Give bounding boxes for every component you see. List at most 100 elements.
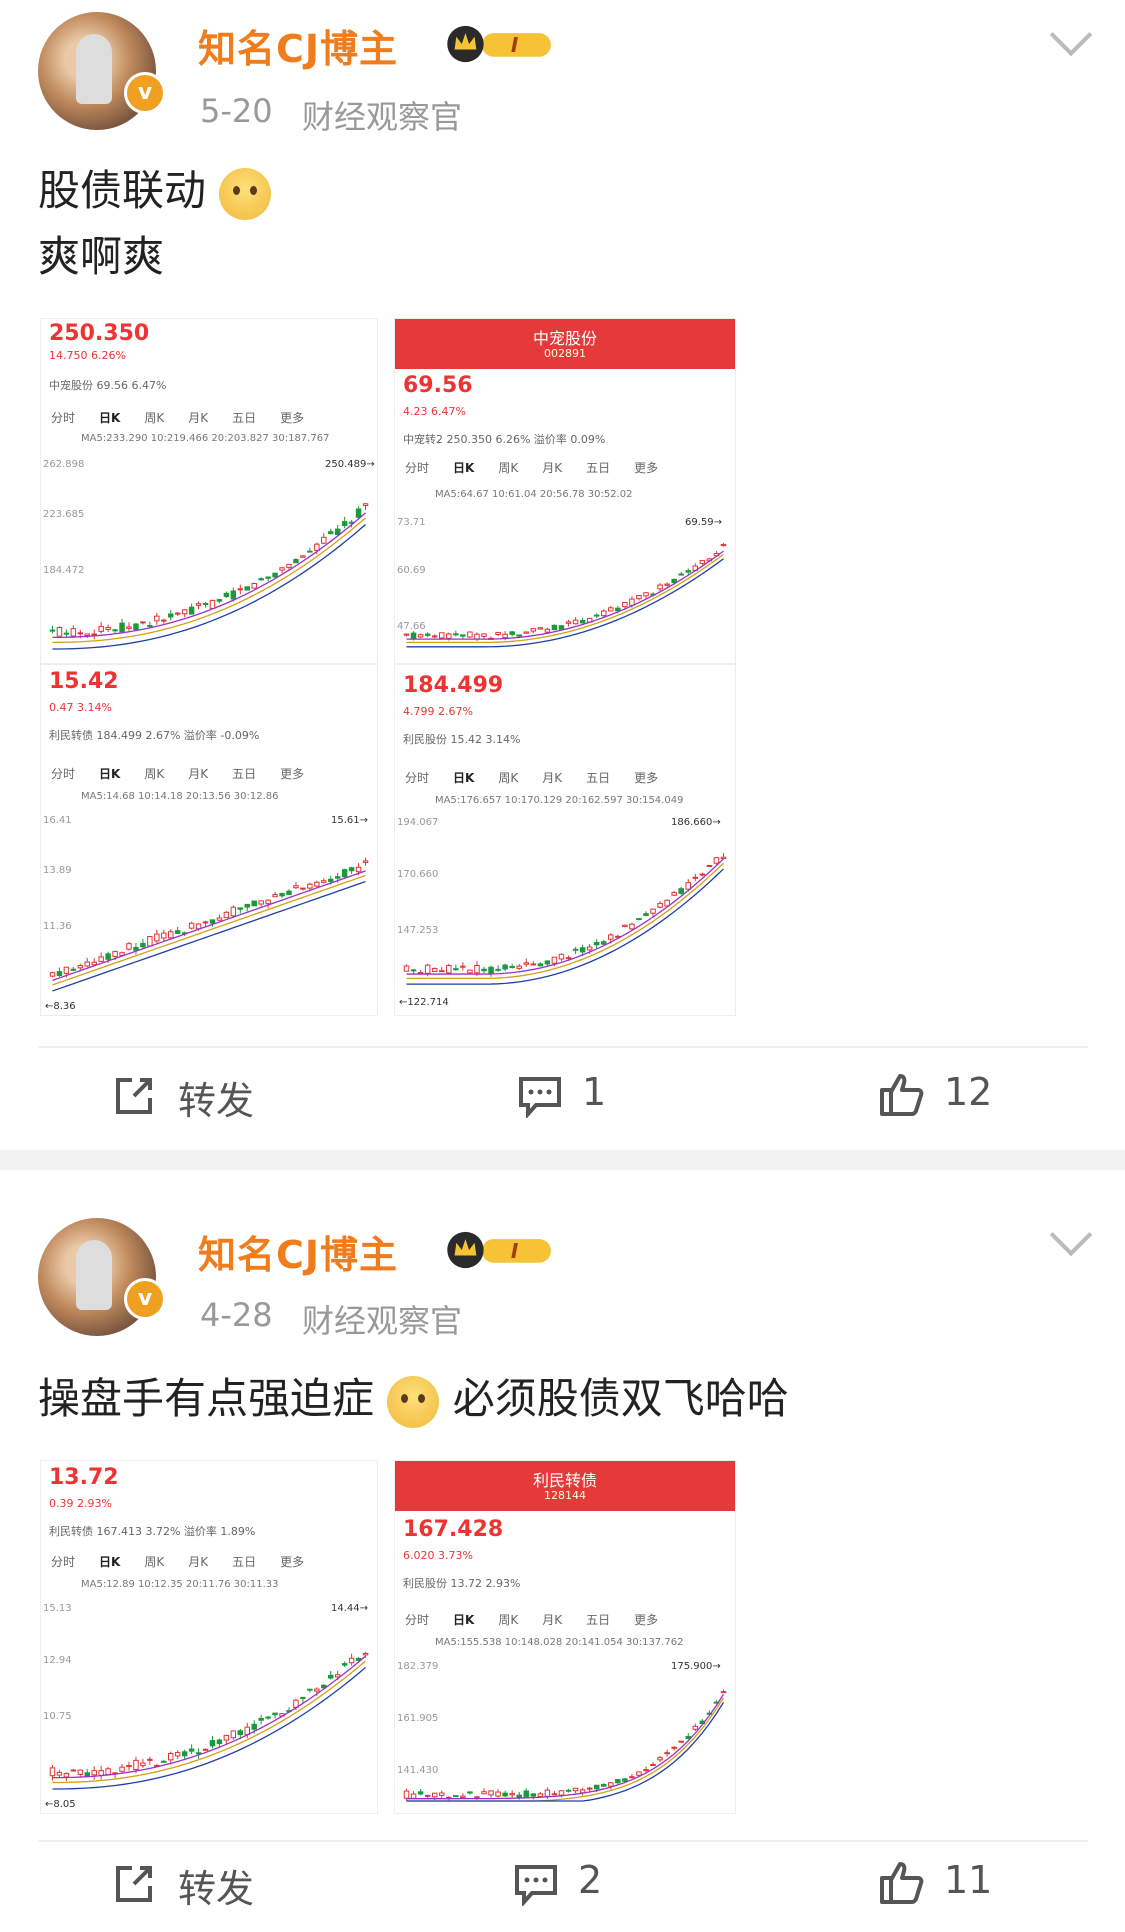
- candle: [629, 598, 635, 606]
- candle: [502, 1792, 508, 1797]
- candle: [495, 968, 501, 971]
- repost-icon[interactable]: [112, 1074, 156, 1118]
- linked-stock[interactable]: 中宠股份 69.56 6.47%: [49, 377, 166, 393]
- candle: [230, 590, 237, 600]
- candle: [188, 606, 195, 615]
- candle: [657, 902, 663, 908]
- candle: [328, 531, 334, 535]
- candle: [293, 559, 299, 564]
- candle: [265, 576, 271, 579]
- stock-price: 13.72: [49, 1465, 119, 1490]
- candle: [438, 970, 445, 973]
- author-name[interactable]: 知名CJ博主: [198, 1224, 398, 1279]
- candle: [49, 972, 56, 977]
- crown-badge-icon[interactable]: I: [440, 24, 560, 64]
- comment-icon[interactable]: [514, 1864, 558, 1906]
- image-thumbnail[interactable]: 13.72 0.39 2.93% 利民转债 167.413 3.72% 溢价率 …: [40, 1460, 378, 1814]
- candle: [70, 1769, 77, 1772]
- candle: [112, 951, 118, 957]
- bond-price: 250.350: [49, 321, 150, 346]
- linked-bond[interactable]: 利民转债 184.499 2.67% 溢价率 -0.09%: [49, 727, 259, 743]
- repost-icon[interactable]: [112, 1862, 156, 1906]
- candle: [272, 894, 278, 898]
- divider: [38, 1046, 1088, 1048]
- candle: [657, 584, 663, 590]
- post-text-line1: 股债联动: [38, 166, 207, 215]
- candle: [424, 633, 431, 636]
- candle: [403, 965, 410, 972]
- candle: [685, 570, 692, 573]
- image-thumbnail[interactable]: 利民转债 128144 167.428 6.020 3.73% 利民股份 13.…: [394, 1460, 736, 1814]
- candle: [334, 1674, 341, 1678]
- candle: [424, 1794, 431, 1797]
- post-source[interactable]: 财经观察官: [302, 1296, 462, 1342]
- moving-average-line: [52, 880, 366, 992]
- kline-chart: [403, 852, 727, 985]
- ma-line: MA5:155.538 10:148.028 20:141.054 30:137…: [435, 1637, 684, 1648]
- image-thumbnail[interactable]: 15.42 0.47 3.14% 利民转债 184.499 2.67% 溢价率 …: [40, 664, 378, 1016]
- candle: [341, 869, 348, 878]
- candle: [77, 965, 84, 969]
- y-top: 194.067: [397, 817, 439, 828]
- candle: [140, 621, 146, 624]
- candle: [84, 633, 90, 637]
- doge-emoji-icon: [219, 167, 272, 220]
- image-thumbnail[interactable]: 184.499 4.799 2.67% 利民股份 15.42 3.14% 分时日…: [394, 664, 736, 1016]
- moving-average-line: [52, 1655, 366, 1779]
- comment-count[interactable]: 2: [578, 1858, 602, 1902]
- candle: [84, 1772, 90, 1777]
- price-change: 4.23 6.47%: [403, 405, 466, 418]
- candle: [664, 583, 670, 586]
- candle: [467, 1791, 473, 1794]
- bond-price: 15.42: [49, 669, 119, 694]
- comment-icon[interactable]: [518, 1076, 562, 1118]
- linked-bond[interactable]: 利民转债 167.413 3.72% 溢价率 1.89%: [49, 1523, 255, 1539]
- candle: [77, 632, 84, 635]
- image-thumbnail[interactable]: 250.350 14.750 6.26% 中宠股份 69.56 6.47% 分时…: [40, 318, 378, 664]
- repost-label[interactable]: 转发: [178, 1858, 254, 1913]
- image-thumbnail[interactable]: 中宠股份 002891 69.56 4.23 6.47% 中宠转2 250.35…: [394, 318, 736, 664]
- linked-stock[interactable]: 利民股份 15.42 3.14%: [403, 731, 520, 747]
- post-source[interactable]: 财经观察官: [302, 92, 462, 138]
- candle: [544, 1789, 551, 1797]
- candle: [49, 1767, 56, 1777]
- candle: [629, 923, 635, 930]
- like-count[interactable]: 12: [944, 1070, 992, 1114]
- candle: [622, 924, 628, 928]
- post-separator: [0, 1150, 1125, 1170]
- candle: [321, 880, 327, 883]
- comment-count[interactable]: 1: [582, 1070, 606, 1114]
- candle: [593, 614, 600, 617]
- moving-average-line: [406, 1693, 725, 1800]
- candle: [516, 634, 522, 637]
- thinking-emoji-icon: [387, 1375, 440, 1428]
- chevron-down-icon[interactable]: [1049, 13, 1093, 57]
- candle: [188, 1748, 195, 1752]
- candle: [509, 965, 515, 968]
- like-count[interactable]: 11: [944, 1858, 992, 1902]
- price-change: 0.47 3.14%: [49, 701, 112, 714]
- candle: [488, 966, 494, 974]
- candle: [530, 628, 537, 632]
- like-icon[interactable]: [878, 1070, 926, 1118]
- linked-bond[interactable]: 中宠转2 250.350 6.26% 溢价率 0.09%: [403, 431, 605, 447]
- crown-badge-icon[interactable]: I: [440, 1230, 560, 1270]
- candle: [720, 1691, 727, 1694]
- candle: [544, 628, 551, 633]
- candle: [84, 961, 90, 967]
- chevron-down-icon[interactable]: [1049, 1213, 1093, 1257]
- price-change: 6.020 3.73%: [403, 1549, 473, 1562]
- post-text-a: 操盘手有点强迫症: [38, 1374, 375, 1423]
- author-name[interactable]: 知名CJ博主: [198, 18, 398, 73]
- app-header: 利民转债 128144: [395, 1461, 735, 1511]
- repost-label[interactable]: 转发: [178, 1070, 254, 1125]
- v-verified-icon: v: [124, 72, 166, 114]
- candle: [523, 631, 530, 634]
- like-icon[interactable]: [878, 1858, 926, 1906]
- stock-price: 69.56: [403, 373, 473, 398]
- linked-stock[interactable]: 利民股份 13.72 2.93%: [403, 1575, 520, 1591]
- candle: [509, 1793, 515, 1796]
- candle: [720, 856, 727, 860]
- candle: [181, 609, 188, 615]
- candle: [678, 888, 684, 894]
